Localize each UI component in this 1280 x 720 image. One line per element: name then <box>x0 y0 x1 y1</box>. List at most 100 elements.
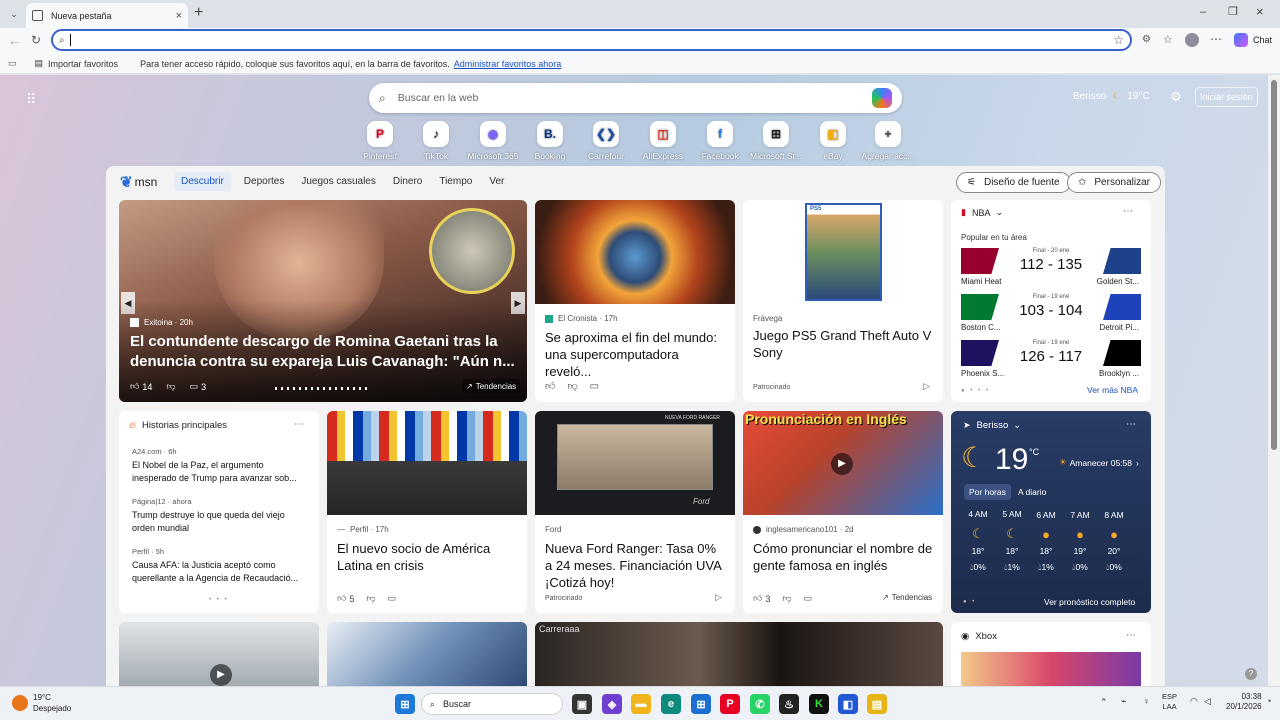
more-menu-icon[interactable]: ⋯ <box>1210 32 1222 46</box>
feed-tab-dinero[interactable]: Dinero <box>393 176 422 187</box>
import-favorites-link[interactable]: Importar favoritos <box>48 59 118 69</box>
top-story-item[interactable]: A24.com · 6h El Nobel de la Paz, el argum… <box>132 447 308 484</box>
nba-header[interactable]: ▮ NBA ⌄ <box>961 207 1003 218</box>
weather-card[interactable]: ➤ Berisso ⌄ ⋯ ☾ 19 °C ☀ Amanecer 05:58 ›… <box>951 411 1151 613</box>
edge-icon[interactable]: e <box>661 694 681 714</box>
comment-icon[interactable]: ▭ <box>190 381 199 392</box>
quick-link-microsoft-st-[interactable]: ⊞ Microsoft St... <box>748 121 804 161</box>
news-card-supercomputer[interactable]: El Cronista · 17h Se aproxima el fin del… <box>535 200 735 402</box>
close-window-icon[interactable]: × <box>1256 4 1264 19</box>
steam-icon[interactable]: ♨ <box>779 694 799 714</box>
card-headline[interactable]: Se aproxima el fin del mundo: una superc… <box>545 329 725 380</box>
xbox-header[interactable]: ◉ Xbox <box>961 631 997 642</box>
app-icon[interactable]: ◧ <box>838 694 858 714</box>
weather-summary[interactable]: Berisso ☾ 19°C <box>1073 91 1150 102</box>
hero-card[interactable]: ◀ ▶ Exitoina · 20h El contundente descar… <box>119 200 527 402</box>
tab-daily[interactable]: A diario <box>1013 484 1051 500</box>
comment-icon[interactable]: ▭ <box>590 381 599 392</box>
scrollbar-thumb[interactable] <box>1271 80 1277 450</box>
tab-new-tab[interactable]: Nueva pestaña × <box>26 3 188 28</box>
maximize-icon[interactable]: ❐ <box>1228 5 1238 18</box>
taskbar-search[interactable]: ⌕ Buscar <box>421 693 563 715</box>
pinterest-icon[interactable]: P <box>720 694 740 714</box>
add-favorite-star-icon[interactable]: ☆ <box>1113 33 1124 47</box>
more-options-icon[interactable]: ⋯ <box>1126 419 1136 430</box>
copilot-icon[interactable] <box>872 88 892 108</box>
video-card-english[interactable]: Pronunciación en Inglés ▶ inglesamerican… <box>743 411 943 613</box>
dislike-icon[interactable]: 👎︎ <box>567 380 577 392</box>
sign-in-button[interactable]: Iniciar sesión <box>1195 87 1258 107</box>
like-icon[interactable]: 👍︎ <box>753 593 762 604</box>
web-search-box[interactable]: ⌕ Buscar en la web <box>369 83 902 113</box>
tab-hourly[interactable]: Por horas <box>964 484 1011 500</box>
nba-game-row[interactable]: Final - 19 ene 126 - 117 Phoenix S... Brook… <box>961 340 1141 382</box>
quick-link-aliexpress[interactable]: ◫ AliExpress <box>635 121 691 161</box>
card-headline[interactable]: Juego PS5 Grand Theft Auto V Sony <box>753 327 938 361</box>
card-headline[interactable]: El nuevo socio de América Latina en cris… <box>337 540 517 574</box>
ad-card-gta[interactable]: PS5 Frávega Juego PS5 Grand Theft Auto V… <box>743 200 943 402</box>
more-options-icon[interactable]: ⋯ <box>1123 206 1133 217</box>
nba-game-row[interactable]: Final - 20 ene 112 - 135 Miami Heat Golden … <box>961 248 1141 290</box>
favorites-icon[interactable]: ☆ <box>1163 33 1173 46</box>
like-icon[interactable]: 👍︎ <box>337 593 346 604</box>
nba-game-row[interactable]: Final - 19 ene 103 - 104 Boston C... Detroi… <box>961 294 1141 336</box>
top-story-item[interactable]: Perfil · 5h Causa AFA: la Justicia aceptó… <box>132 547 308 584</box>
ad-play-icon[interactable]: ▷ <box>715 592 722 603</box>
volume-icon[interactable]: ◁ <box>1204 696 1211 707</box>
file-explorer-icon[interactable]: ▬ <box>631 694 651 714</box>
manage-favorites-link[interactable]: Administrar favoritos ahora <box>454 59 562 69</box>
sidebar-toggle-icon[interactable]: ▭ <box>8 58 17 69</box>
see-more-nba-link[interactable]: Ver más NBA <box>1087 385 1138 395</box>
video-card-carreraaa[interactable]: Carreraaa <box>535 622 943 686</box>
quick-link-microsoft-365[interactable]: ◉ Microsoft 365 <box>465 121 521 161</box>
new-tab-plus-icon[interactable]: + <box>194 4 203 22</box>
personalize-button[interactable]: ✩ Personalizar <box>1067 172 1161 193</box>
tab-actions-chevron-icon[interactable]: ⌄ <box>6 6 22 22</box>
apps-grid-icon[interactable]: ⠿ <box>26 91 36 108</box>
widgets-icon[interactable]: ◈ <box>602 694 622 714</box>
whatsapp-icon[interactable]: ✆ <box>750 694 770 714</box>
xbox-card[interactable]: ◉ Xbox ⋯ <box>951 622 1151 686</box>
hero-carousel-dots[interactable] <box>275 387 371 390</box>
like-icon[interactable]: 👍︎ <box>130 381 139 392</box>
copilot-chat-button[interactable]: Chat <box>1234 33 1272 47</box>
quick-link-tiktok[interactable]: ♪ TikTok <box>408 121 464 161</box>
address-bar[interactable]: ⌕ ☆ <box>51 29 1132 51</box>
network-icon[interactable]: ⌁ <box>1121 696 1126 707</box>
microphone-icon[interactable]: ♀ <box>1143 696 1150 706</box>
weather-pager-dots[interactable]: ● • <box>963 599 976 605</box>
quick-link-booking[interactable]: B. Booking <box>522 121 578 161</box>
ad-card-ford[interactable]: NUEVA FORD RANGER Ford Ford Nueva Ford R… <box>535 411 735 613</box>
nba-card[interactable]: ▮ NBA ⌄ ⋯ Popular en tu área Final - 20 … <box>951 200 1151 402</box>
quick-link-ebay[interactable]: ◧ eBay <box>805 121 861 161</box>
video-card-office[interactable]: ▶ <box>119 622 319 686</box>
taskbar-weather[interactable]: 19°C Despejado <box>12 692 71 714</box>
sunrise-info[interactable]: ☀ Amanecer 05:58 › <box>1059 457 1139 468</box>
task-view-icon[interactable]: ▣ <box>572 694 592 714</box>
card-headline[interactable]: Cómo pronunciar el nombre de gente famos… <box>753 540 933 574</box>
like-icon[interactable]: 👍︎ <box>545 380 555 392</box>
tray-chevron-icon[interactable]: ⌃ <box>1100 697 1108 708</box>
msn-logo[interactable]: ❦ msn <box>120 173 157 191</box>
extension-icon[interactable]: ⚙ <box>1142 34 1151 45</box>
dislike-icon[interactable]: 👎︎ <box>366 593 375 604</box>
start-windows-icon[interactable]: ⊞ <box>395 694 415 714</box>
news-card-stocks[interactable] <box>327 622 527 686</box>
feed-tab-juegos-casuales[interactable]: Juegos casuales <box>301 176 376 187</box>
wifi-icon[interactable]: ◠ <box>1190 696 1198 707</box>
quick-link-carrefour[interactable]: ❮❯ Carrefour <box>578 121 634 161</box>
feed-tab-tiempo[interactable]: Tiempo <box>439 176 472 187</box>
more-options-icon[interactable]: ⋯ <box>1126 630 1136 641</box>
dislike-icon[interactable]: 👎︎ <box>166 381 175 392</box>
ad-play-icon[interactable]: ▷ <box>923 381 930 392</box>
quick-link-pinterest[interactable]: P Pinterest <box>352 121 408 161</box>
language-indicator[interactable]: ESP LAA <box>1162 692 1177 712</box>
feed-tab-descubrir[interactable]: Descubrir <box>174 172 231 191</box>
stories-pager-dots[interactable]: • • • <box>209 597 229 603</box>
profile-avatar[interactable] <box>1185 33 1199 47</box>
quick-link-facebook[interactable]: f Facebook <box>692 121 748 161</box>
notifications-bell-icon[interactable]: ◔ <box>1266 696 1271 706</box>
nba-pager-dots[interactable]: ● • • • <box>961 388 990 394</box>
refresh-icon[interactable]: ↻ <box>31 33 41 47</box>
full-forecast-link[interactable]: Ver pronóstico completo <box>1044 597 1135 607</box>
